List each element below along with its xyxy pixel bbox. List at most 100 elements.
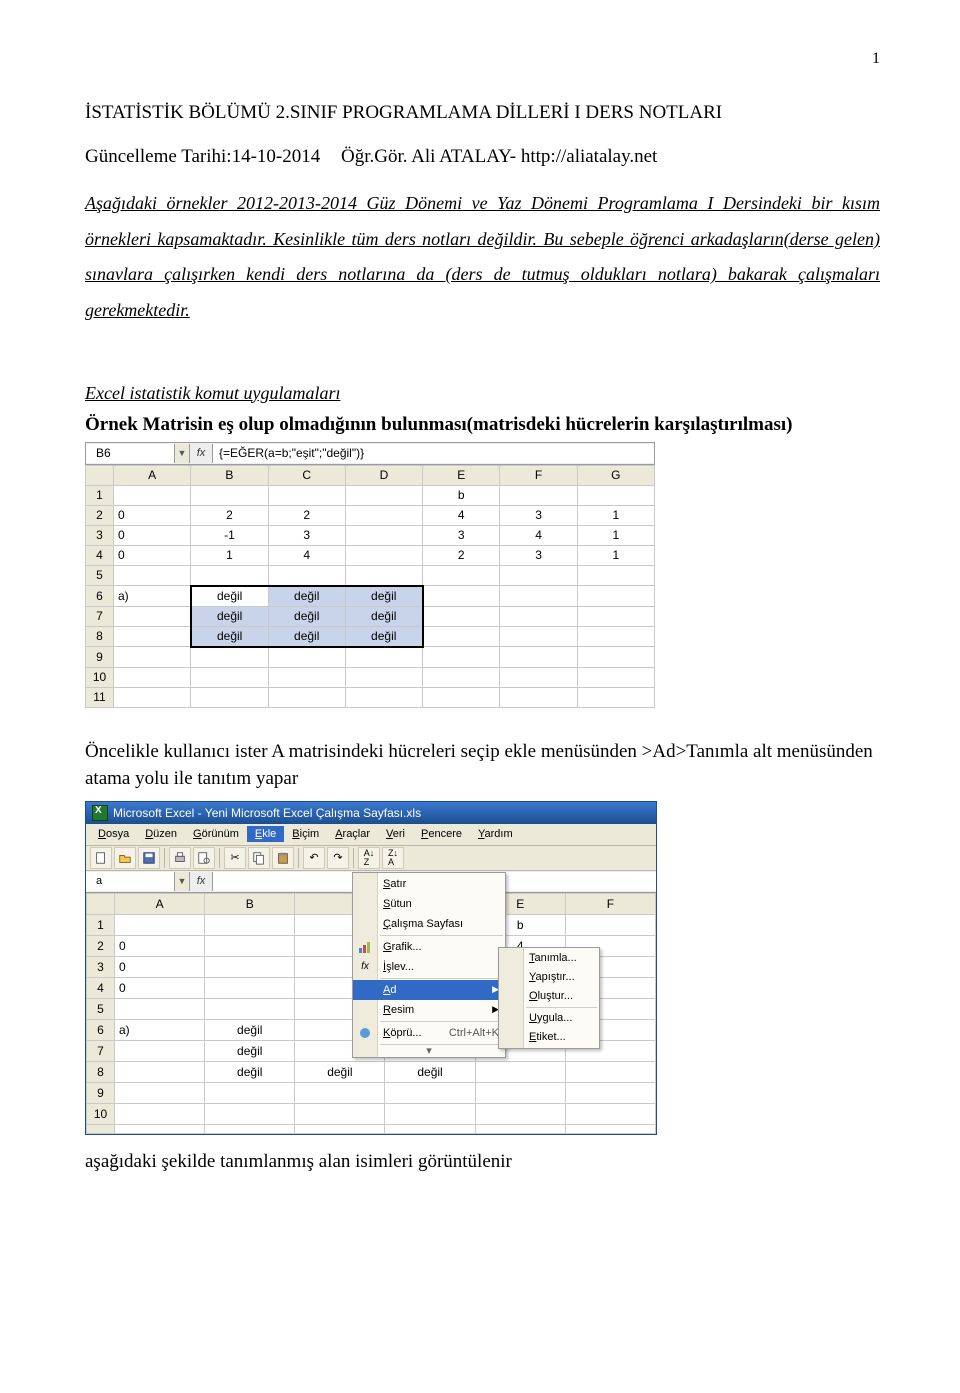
cell[interactable]: değil: [345, 626, 422, 647]
cell[interactable]: [577, 626, 654, 647]
name-box-2[interactable]: a: [86, 872, 175, 891]
cell[interactable]: [114, 606, 191, 626]
col-header-A[interactable]: A: [114, 465, 191, 485]
name-box-dropdown-icon-2[interactable]: ▼: [175, 872, 190, 891]
col-header-F-2[interactable]: F: [565, 893, 655, 914]
cell[interactable]: [205, 956, 295, 977]
cell[interactable]: 1: [577, 545, 654, 565]
submenu-item-uygula[interactable]: Uygula...: [499, 1009, 599, 1028]
menu-item-stun[interactable]: Sütun: [353, 894, 505, 914]
cell[interactable]: 2: [268, 505, 345, 525]
row-header[interactable]: 6: [86, 586, 114, 607]
redo-icon[interactable]: ↷: [327, 847, 349, 869]
row-header[interactable]: 4: [87, 977, 115, 998]
cut-icon[interactable]: ✂: [224, 847, 246, 869]
cell[interactable]: b: [423, 485, 500, 505]
submenu-item-olutur[interactable]: Oluştur...: [499, 987, 599, 1006]
menu-item-satr[interactable]: Satır: [353, 874, 505, 894]
cell[interactable]: [577, 606, 654, 626]
col-header-A-2[interactable]: A: [115, 893, 205, 914]
menu-araçlar[interactable]: Araçlar: [327, 826, 378, 842]
menu-item-resim[interactable]: Resim▶: [353, 1000, 505, 1020]
cell[interactable]: [345, 505, 422, 525]
cell[interactable]: 1: [191, 545, 268, 565]
col-header-B[interactable]: B: [191, 465, 268, 485]
cell[interactable]: değil: [268, 626, 345, 647]
corner-header-2[interactable]: [87, 893, 115, 914]
cell[interactable]: 0: [115, 977, 205, 998]
cell[interactable]: 2: [191, 505, 268, 525]
cell[interactable]: [500, 687, 577, 707]
cell[interactable]: [205, 998, 295, 1019]
cell[interactable]: [423, 626, 500, 647]
cell[interactable]: [295, 1103, 385, 1124]
row-header[interactable]: 4: [86, 545, 114, 565]
cell[interactable]: değil: [191, 626, 268, 647]
cell[interactable]: a): [114, 586, 191, 607]
row-header[interactable]: 3: [87, 956, 115, 977]
cell[interactable]: [191, 667, 268, 687]
cell[interactable]: [500, 626, 577, 647]
cell[interactable]: [115, 1103, 205, 1124]
cell[interactable]: [345, 485, 422, 505]
col-header-B-2[interactable]: B: [205, 893, 295, 914]
cell[interactable]: [385, 1082, 475, 1103]
cell[interactable]: a): [115, 1019, 205, 1040]
row-header[interactable]: 5: [87, 998, 115, 1019]
undo-icon[interactable]: ↶: [303, 847, 325, 869]
cell[interactable]: [191, 485, 268, 505]
cell[interactable]: [295, 1082, 385, 1103]
row-header[interactable]: 9: [86, 647, 114, 668]
cell[interactable]: 0: [115, 935, 205, 956]
cell[interactable]: [115, 1061, 205, 1082]
cell[interactable]: [565, 914, 655, 935]
cell[interactable]: [577, 647, 654, 668]
cell[interactable]: [345, 545, 422, 565]
cell[interactable]: [345, 647, 422, 668]
menu-item-kpr[interactable]: Köprü...Ctrl+Alt+K: [353, 1023, 505, 1043]
cell[interactable]: [205, 1124, 295, 1133]
cell[interactable]: [114, 485, 191, 505]
cell[interactable]: [268, 647, 345, 668]
row-header[interactable]: 11: [86, 687, 114, 707]
row-header[interactable]: 7: [86, 606, 114, 626]
cell[interactable]: [115, 1124, 205, 1133]
cell[interactable]: [205, 1103, 295, 1124]
cell[interactable]: 3: [268, 525, 345, 545]
submenu-item-yaptr[interactable]: Yapıştır...: [499, 968, 599, 987]
cell[interactable]: [423, 586, 500, 607]
cell[interactable]: [475, 1124, 565, 1133]
cell[interactable]: [423, 606, 500, 626]
cell[interactable]: [565, 1124, 655, 1133]
open-icon[interactable]: [114, 847, 136, 869]
cell[interactable]: değil: [191, 606, 268, 626]
cell[interactable]: 0: [114, 525, 191, 545]
menu-dosya[interactable]: Dosya: [90, 826, 137, 842]
row-header[interactable]: 9: [87, 1082, 115, 1103]
cell[interactable]: [577, 687, 654, 707]
submenu-item-tanmla[interactable]: Tanımla...: [499, 949, 599, 968]
grid-1[interactable]: A B C D E F G 1b202243130-13341401423156…: [85, 465, 655, 708]
cell[interactable]: 1: [577, 525, 654, 545]
cell[interactable]: değil: [268, 606, 345, 626]
cell[interactable]: [268, 667, 345, 687]
cell[interactable]: [115, 1082, 205, 1103]
cell[interactable]: [345, 525, 422, 545]
cell[interactable]: [500, 586, 577, 607]
menu-item-grafik[interactable]: Grafik...: [353, 937, 505, 957]
cell[interactable]: değil: [295, 1061, 385, 1082]
row-header[interactable]: 5: [86, 565, 114, 586]
new-icon[interactable]: [90, 847, 112, 869]
cell[interactable]: değil: [345, 606, 422, 626]
cell[interactable]: [191, 647, 268, 668]
cell[interactable]: değil: [268, 586, 345, 607]
cell[interactable]: [115, 1040, 205, 1061]
menu-pencere[interactable]: Pencere: [413, 826, 470, 842]
copy-icon[interactable]: [248, 847, 270, 869]
cell[interactable]: değil: [205, 1061, 295, 1082]
cell[interactable]: [500, 485, 577, 505]
row-header[interactable]: 10: [86, 667, 114, 687]
submenu-item-etiket[interactable]: Etiket...: [499, 1028, 599, 1047]
cell[interactable]: [565, 1103, 655, 1124]
cell[interactable]: [205, 935, 295, 956]
